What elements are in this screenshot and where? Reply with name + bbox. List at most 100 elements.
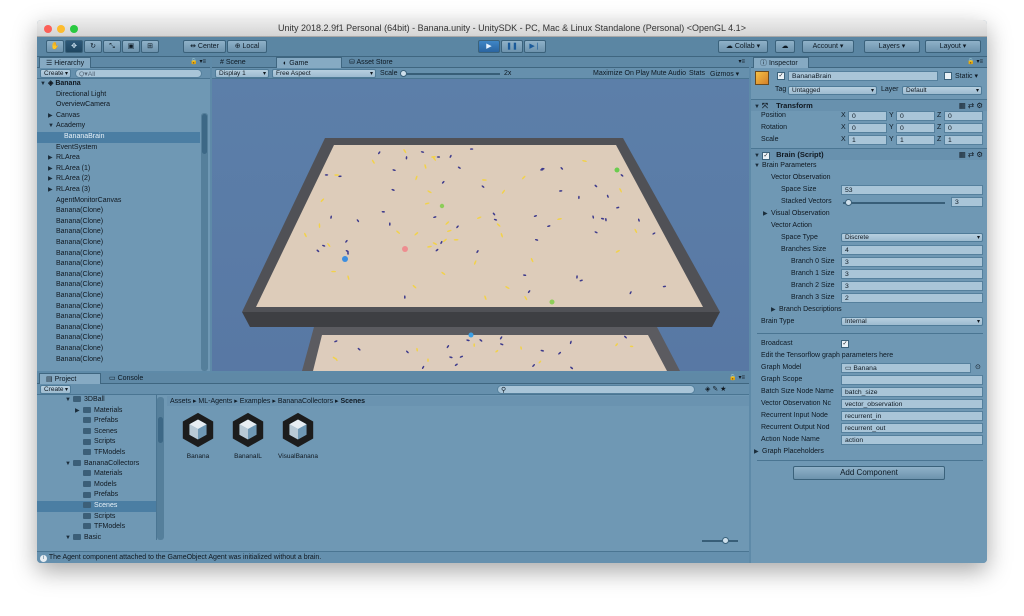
foldout-arrow-icon[interactable]: ▶ [48,153,56,164]
step-button[interactable]: ▶❘ [524,40,546,53]
folder-foldout-icon[interactable]: ▶ [75,406,83,417]
hierarchy-item[interactable]: ▶ RLArea (3) [37,185,200,196]
branch-size-field[interactable]: 3 [841,281,983,291]
hierarchy-item[interactable]: Banana(Clone) [37,344,200,355]
add-component-button[interactable]: Add Component [793,466,945,480]
hierarchy-item[interactable]: Banana(Clone) [37,249,200,260]
branch-size-field[interactable]: 3 [841,269,983,279]
static-checkbox[interactable] [944,72,952,80]
filter-type-icon[interactable]: ◈ [705,386,710,393]
stacked-vectors-field[interactable]: 3 [951,197,983,207]
collab-button[interactable]: ☁ Collab ▾ [718,40,768,53]
transform-y-field[interactable]: 0 [896,111,935,121]
game-panel-menu-icon[interactable]: ▾≡ [738,58,745,65]
scale-tool-button[interactable]: ⤡ [103,40,121,53]
display-dropdown[interactable]: Display 1 [215,69,269,78]
hierarchy-item[interactable]: Banana(Clone) [37,302,200,313]
branch-size-field[interactable]: 3 [841,257,983,267]
project-folder-item[interactable]: TFModels [37,522,156,533]
foldout-arrow-icon[interactable]: ▶ [48,185,56,196]
tab-scene[interactable]: # Scene [214,57,276,68]
project-tree-scrollbar[interactable] [157,397,164,540]
active-checkbox[interactable]: ✓ [777,72,785,80]
rotate-tool-button[interactable]: ↻ [84,40,102,53]
layer-dropdown[interactable]: Default [902,86,982,95]
hierarchy-item[interactable]: Banana(Clone) [37,323,200,334]
folder-foldout-icon[interactable]: ▼ [65,395,73,406]
stacked-vectors-slider[interactable] [843,202,945,204]
tab-inspector[interactable]: ⓘ Inspector [753,57,809,68]
rect-tool-button[interactable]: ▣ [122,40,140,53]
hierarchy-search-input[interactable]: Q▾All [75,69,202,78]
hierarchy-item[interactable]: ▼ Academy [37,121,200,132]
hierarchy-item[interactable]: Banana(Clone) [37,227,200,238]
hierarchy-item[interactable]: BananaBrain [37,132,200,143]
hierarchy-item[interactable]: Banana(Clone) [37,291,200,302]
favorite-star-icon[interactable]: ★ [720,386,726,393]
project-tree-scroll-thumb[interactable] [158,417,163,443]
transform-z-field[interactable]: 0 [944,111,983,121]
hierarchy-item[interactable]: Banana(Clone) [37,355,200,366]
hierarchy-item[interactable]: EventSystem [37,143,200,154]
pause-button[interactable]: ❚❚ [501,40,523,53]
scale-slider-handle[interactable] [400,70,407,77]
branches-size-field[interactable]: 4 [841,245,983,255]
project-folder-item[interactable]: Scripts [37,437,156,448]
project-folder-item[interactable]: Scripts [37,512,156,523]
cloud-button[interactable]: ☁ [775,40,795,53]
scene-asset[interactable]: Banana [175,411,221,469]
hierarchy-item[interactable]: ▶ RLArea (2) [37,174,200,185]
brain-script-header[interactable]: ▼ ✓ Brain (Script) ▦ ⇄ ⚙ [751,148,987,160]
maximize-on-play-toggle[interactable]: Maximize On Play [593,70,649,77]
project-folder-item[interactable]: ▼ 3DBall [37,395,156,406]
play-button[interactable]: ▶ [478,40,500,53]
filter-label-icon[interactable]: ✎ [712,386,718,393]
graph-placeholders-foldout[interactable]: ▶ Graph Placeholders [751,447,987,458]
project-panel-menu-icon[interactable]: 🔒 ▾≡ [729,374,745,381]
hierarchy-item[interactable]: ▶ RLArea [37,153,200,164]
gizmos-dropdown[interactable]: Gizmos ▾ [710,70,739,78]
graph-model-field[interactable]: ▭ Banana [841,363,971,373]
foldout-arrow-icon[interactable]: ▼ [48,121,56,132]
asset-size-slider[interactable] [702,540,738,542]
hierarchy-item[interactable]: ▶ RLArea (1) [37,164,200,175]
layout-dropdown[interactable]: Layout ▾ [925,40,981,53]
space-size-field[interactable]: 53 [841,185,983,195]
transform-y-field[interactable]: 0 [896,123,935,133]
asset-size-slider-handle[interactable] [722,537,729,544]
hierarchy-item[interactable]: Banana(Clone) [37,206,200,217]
node-name-field[interactable]: recurrent_in [841,411,983,421]
hierarchy-create-button[interactable]: Create [40,69,71,78]
stacked-vectors-slider-handle[interactable] [844,199,852,206]
hand-tool-button[interactable]: ✋ [46,40,64,53]
pivot-local-button[interactable]: ⊕ Local [227,40,267,53]
tab-game[interactable]: ◐ Game [276,57,342,68]
visual-observation-foldout[interactable]: ▶ Visual Observation [751,209,987,220]
transform-z-field[interactable]: 1 [944,135,983,145]
transform-x-field[interactable]: 0 [848,123,887,133]
project-folder-item[interactable]: ▼ BananaCollectors [37,459,156,470]
foldout-arrow-icon[interactable]: ▶ [48,164,56,175]
game-viewport[interactable] [212,79,749,371]
project-folder-item[interactable]: Models [37,480,156,491]
tag-dropdown[interactable]: Untagged [788,86,877,95]
breadcrumb-item[interactable]: Scenes [341,398,366,405]
project-folder-item[interactable]: ▼ Basic [37,533,156,540]
brain-settings-icon[interactable]: ▦ ⇄ ⚙ [959,149,983,161]
node-name-field[interactable]: action [841,435,983,445]
object-name-field[interactable]: BananaBrain [788,71,938,81]
aspect-dropdown[interactable]: Free Aspect [272,69,376,78]
transform-z-field[interactable]: 0 [944,123,983,133]
hierarchy-scroll-thumb[interactable] [202,114,207,154]
hierarchy-item[interactable]: Banana(Clone) [37,217,200,228]
hierarchy-item[interactable]: Banana(Clone) [37,312,200,323]
brain-enabled-checkbox[interactable]: ✓ [762,152,770,160]
tab-hierarchy[interactable]: ☰ Hierarchy [39,57,92,68]
minimize-window-button[interactable] [57,25,65,33]
breadcrumb-item[interactable]: BananaCollectors [278,398,333,405]
scene-asset[interactable]: VisualBanana [275,411,321,469]
foldout-arrow-icon[interactable]: ▶ [48,174,56,185]
project-folder-item[interactable]: Scenes [37,501,156,512]
hierarchy-item[interactable]: Banana(Clone) [37,333,200,344]
scene-asset[interactable]: BananaIL [225,411,271,469]
